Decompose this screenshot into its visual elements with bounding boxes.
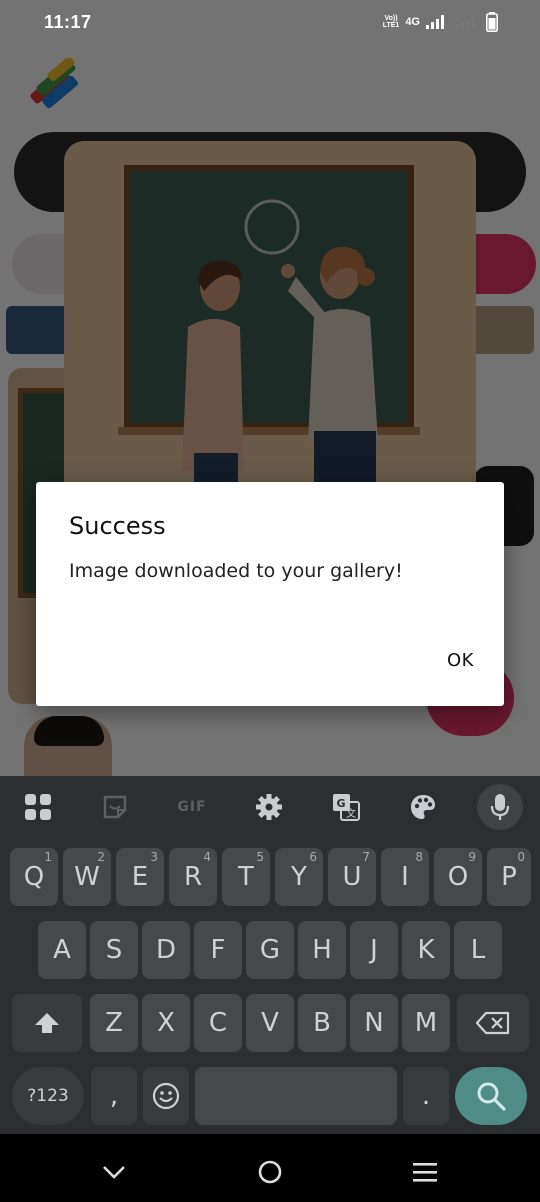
comma-key[interactable]: ,: [91, 1067, 137, 1125]
dialog-message: Image downloaded to your gallery!: [69, 560, 403, 582]
apps-grid-icon[interactable]: [15, 784, 61, 830]
keyboard: GIF G文 Q1 W2 E3 R4 T5 Y6 U7 I8 O9 P0 A S…: [0, 776, 540, 1134]
status-icons: Vo)) LTE1 4G: [383, 12, 498, 32]
key-b[interactable]: B: [298, 994, 346, 1052]
volte-icon: Vo)) LTE1: [382, 15, 400, 29]
ok-button[interactable]: OK: [447, 650, 474, 671]
palette-icon[interactable]: [400, 784, 446, 830]
key-l[interactable]: L: [454, 921, 502, 979]
key-a[interactable]: A: [38, 921, 86, 979]
space-key[interactable]: [195, 1067, 397, 1125]
key-o[interactable]: O9: [434, 848, 482, 906]
shift-key[interactable]: [12, 994, 82, 1052]
signal-weak-icon: [456, 15, 474, 29]
key-i[interactable]: I8: [381, 848, 429, 906]
period-key[interactable]: .: [403, 1067, 449, 1125]
svg-text:文: 文: [346, 807, 356, 820]
search-icon: [477, 1082, 506, 1111]
backspace-key[interactable]: [457, 994, 529, 1052]
key-k[interactable]: K: [402, 921, 450, 979]
key-g[interactable]: G: [246, 921, 294, 979]
nav-recents-menu-icon[interactable]: [405, 1152, 445, 1192]
key-d[interactable]: D: [142, 921, 190, 979]
dialog-title: Success: [69, 512, 166, 540]
gif-label: GIF: [177, 799, 207, 815]
key-z[interactable]: Z: [90, 994, 138, 1052]
key-p[interactable]: P0: [487, 848, 531, 906]
translate-icon[interactable]: G文: [323, 784, 369, 830]
settings-icon[interactable]: [246, 784, 292, 830]
backspace-icon: [476, 1011, 510, 1035]
key-u[interactable]: U7: [328, 848, 376, 906]
key-f[interactable]: F: [194, 921, 242, 979]
key-h[interactable]: H: [298, 921, 346, 979]
shift-icon: [35, 1013, 59, 1033]
emoji-icon: [152, 1082, 180, 1110]
success-dialog: Success Image downloaded to your gallery…: [36, 482, 504, 706]
key-q[interactable]: Q1: [10, 848, 58, 906]
key-t[interactable]: T5: [222, 848, 270, 906]
keyboard-toolbar: GIF G文: [0, 776, 540, 838]
network-type: 4G: [405, 16, 420, 28]
svg-text:G: G: [337, 797, 346, 810]
key-s[interactable]: S: [90, 921, 138, 979]
gif-icon[interactable]: GIF: [169, 784, 215, 830]
system-nav-bar: [0, 1134, 540, 1202]
status-bar: 11:17 Vo)) LTE1 4G: [0, 0, 540, 46]
key-x[interactable]: X: [142, 994, 190, 1052]
key-y[interactable]: Y6: [275, 848, 323, 906]
sticker-icon[interactable]: [92, 784, 138, 830]
mic-icon[interactable]: [477, 784, 523, 830]
nav-back-chevron-icon[interactable]: [94, 1152, 134, 1192]
search-key[interactable]: [455, 1067, 527, 1125]
key-j[interactable]: J: [350, 921, 398, 979]
nav-home-icon[interactable]: [250, 1152, 290, 1192]
key-e[interactable]: E3: [116, 848, 164, 906]
battery-icon: [486, 12, 498, 32]
key-c[interactable]: C: [194, 994, 242, 1052]
key-n[interactable]: N: [350, 994, 398, 1052]
signal-icon: [426, 15, 444, 29]
symbols-key[interactable]: ?123: [12, 1067, 84, 1125]
key-v[interactable]: V: [246, 994, 294, 1052]
status-time: 11:17: [44, 12, 92, 32]
key-m[interactable]: M: [402, 994, 450, 1052]
key-r[interactable]: R4: [169, 848, 217, 906]
emoji-key[interactable]: [143, 1067, 189, 1125]
key-w[interactable]: W2: [63, 848, 111, 906]
